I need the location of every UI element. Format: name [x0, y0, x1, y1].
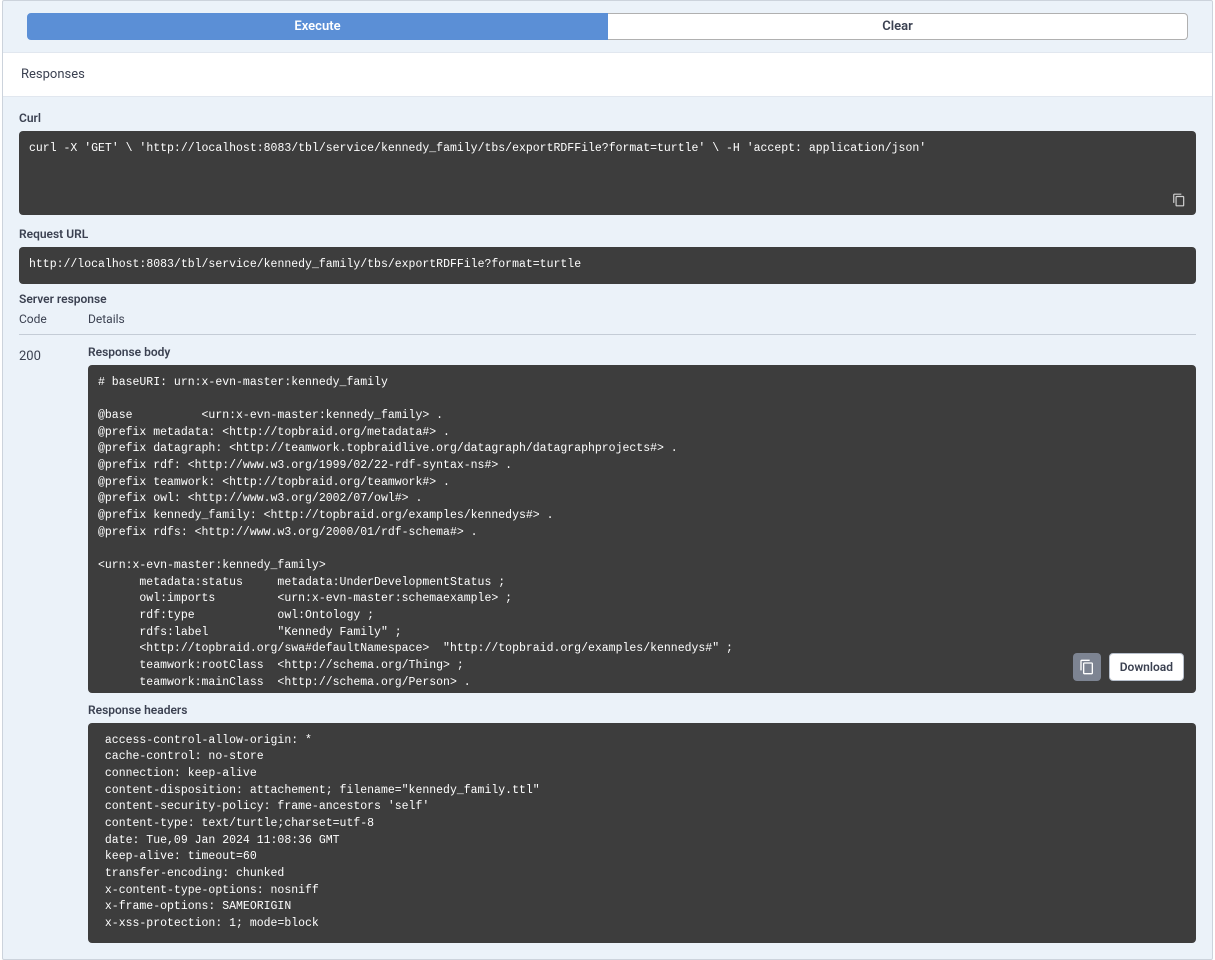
server-response-label: Server response — [19, 292, 1196, 306]
copy-response-icon[interactable] — [1073, 653, 1101, 681]
response-table-head: Code Details — [19, 312, 1196, 335]
action-button-group: Execute Clear — [3, 1, 1212, 52]
status-code: 200 — [19, 345, 88, 943]
download-button[interactable]: Download — [1109, 653, 1184, 681]
request-url-box[interactable]: http://localhost:8083/tbl/service/kenned… — [19, 247, 1196, 284]
copy-curl-icon[interactable] — [1170, 191, 1188, 209]
responses-section-header: Responses — [3, 52, 1212, 97]
response-body-label: Response body — [88, 345, 1196, 359]
curl-command-text: curl -X 'GET' \ 'http://localhost:8083/t… — [29, 142, 926, 155]
responses-section-body: Curl curl -X 'GET' \ 'http://localhost:8… — [3, 97, 1212, 959]
response-body-actions: Download — [1073, 653, 1184, 681]
response-headers-box[interactable]: access-control-allow-origin: * cache-con… — [88, 723, 1196, 943]
curl-command-box[interactable]: curl -X 'GET' \ 'http://localhost:8083/t… — [19, 131, 1196, 215]
response-headers-label: Response headers — [88, 703, 1196, 717]
table-row: 200 Response body # baseURI: urn:x-evn-m… — [19, 345, 1196, 943]
response-body-box[interactable]: # baseURI: urn:x-evn-master:kennedy_fami… — [88, 365, 1196, 693]
operation-panel: Execute Clear Responses Curl curl -X 'GE… — [2, 0, 1213, 960]
execute-button[interactable]: Execute — [27, 13, 608, 40]
request-url-label: Request URL — [19, 227, 1196, 241]
response-table: Code Details 200 Response body # baseURI… — [19, 312, 1196, 943]
column-details-header: Details — [88, 312, 125, 326]
column-code-header: Code — [19, 312, 88, 326]
clear-button[interactable]: Clear — [608, 13, 1188, 40]
curl-label: Curl — [19, 111, 1196, 125]
